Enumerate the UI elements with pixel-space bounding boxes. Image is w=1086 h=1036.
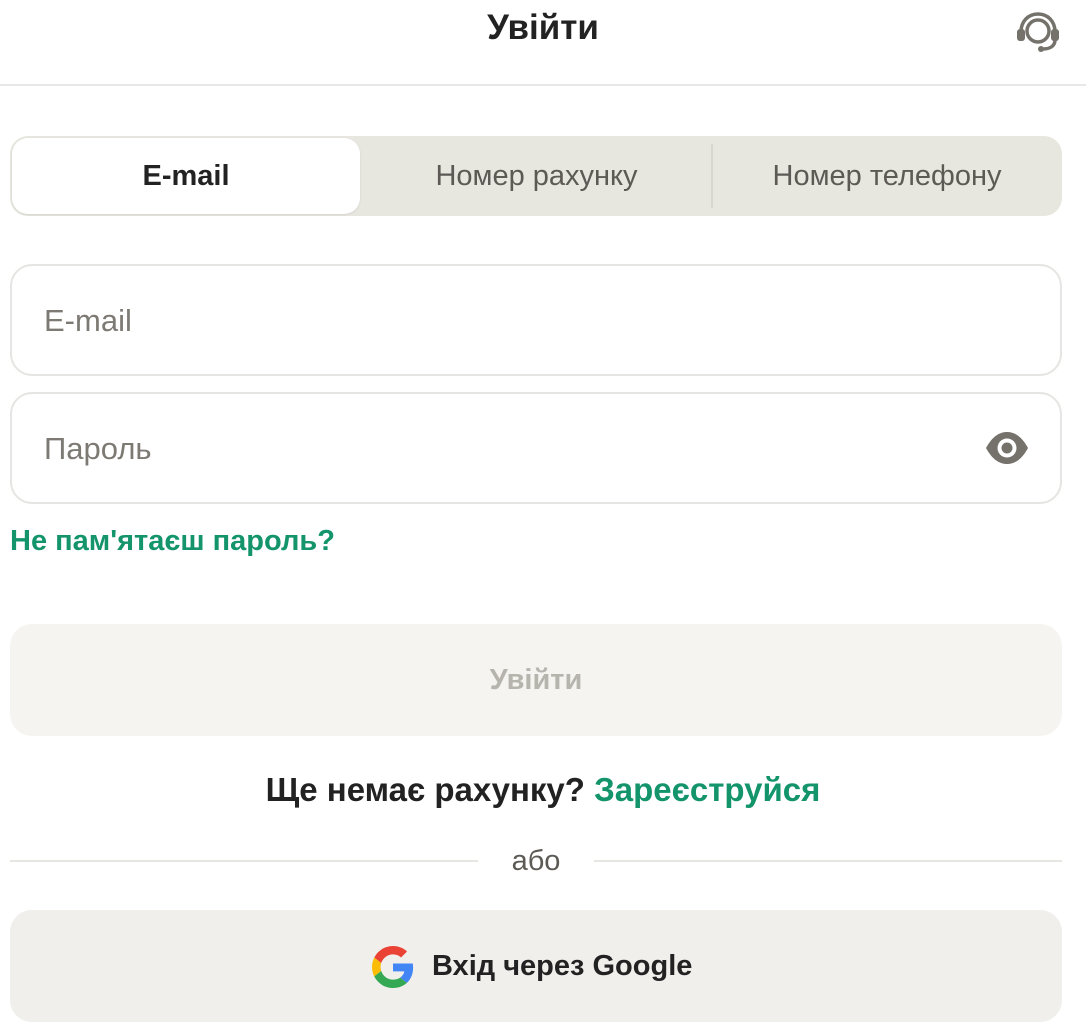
page-title: Увійти <box>487 8 599 47</box>
google-login-label: Вхід через Google <box>432 950 693 982</box>
top-bar: Увійти <box>0 0 1086 86</box>
email-input[interactable] <box>42 266 946 376</box>
google-login-button[interactable]: Вхід через Google <box>10 910 1062 1022</box>
password-field-container <box>10 392 1062 504</box>
register-prompt: Ще немає рахунку? Зареєструйся <box>0 770 1086 810</box>
headset-icon[interactable] <box>1014 10 1062 54</box>
register-link[interactable]: Зареєструйся <box>594 771 820 808</box>
register-question: Ще немає рахунку? <box>265 771 585 808</box>
tab-account-number[interactable]: Номер рахунку <box>362 136 711 216</box>
tab-email[interactable]: E-mail <box>12 138 360 214</box>
password-input[interactable] <box>42 394 946 504</box>
forgot-password-link[interactable]: Не пам'ятаєш пароль? <box>10 522 335 560</box>
eye-icon[interactable] <box>984 428 1030 468</box>
email-field-container <box>10 264 1062 376</box>
login-method-tabs: E-mail Номер рахунку Номер телефону <box>10 136 1062 216</box>
divider-right <box>594 860 1062 862</box>
or-divider-label: або <box>511 845 561 877</box>
google-logo-icon <box>372 946 414 988</box>
divider-left <box>10 860 478 862</box>
login-button[interactable]: Увійти <box>10 624 1062 736</box>
tab-phone-number[interactable]: Номер телефону <box>712 136 1062 216</box>
